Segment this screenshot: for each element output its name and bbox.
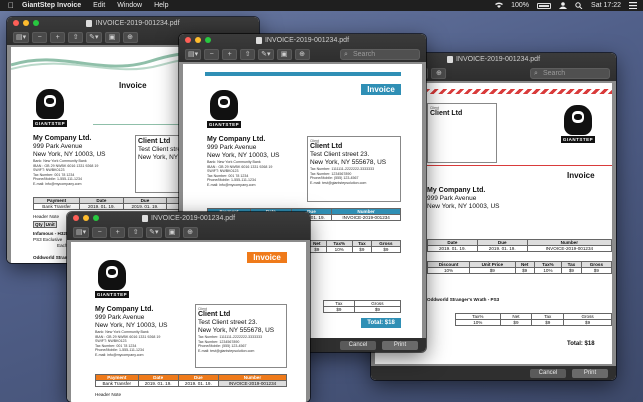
tax-summary-table: Tax Gross $9 $9 <box>323 300 402 313</box>
invoice-title: Invoice <box>361 84 401 95</box>
battery-icon[interactable] <box>537 2 552 9</box>
client-block: Client Client Ltd Test Client street 23.… <box>195 304 287 368</box>
window-title: INVOICE-2019-001234.pdf <box>95 19 180 27</box>
zoom-button[interactable] <box>205 37 211 43</box>
company-logo: GIANTSTEP <box>207 86 241 130</box>
total: Total: $18 <box>361 318 401 328</box>
zoom-out-icon[interactable]: − <box>204 48 220 60</box>
cancel-button[interactable]: Cancel <box>340 340 376 350</box>
window-title: INVOICE-2019-001234.pdf <box>264 36 350 44</box>
document-icon <box>446 55 453 63</box>
print-button[interactable]: Print <box>572 368 608 378</box>
app-menu[interactable]: GiantStep Invoice <box>22 2 81 9</box>
toolbar: ▤▾ − + ⇧ ✎▾ ▣ ⊕ <box>67 224 310 240</box>
clock: Sat 17:22 <box>591 2 621 9</box>
annotate-icon[interactable]: ⊕ <box>431 67 447 79</box>
page-area: Invoice GIANTSTEP My Company Ltd. 999 Pa… <box>67 240 310 402</box>
notification-center-icon[interactable] <box>629 2 637 9</box>
zoom-out-icon[interactable]: − <box>32 31 48 43</box>
sidebar-toggle-icon[interactable]: ▤▾ <box>185 48 202 60</box>
search-input[interactable]: Search <box>340 48 420 60</box>
client-block: Client Client Ltd Test Client street 23.… <box>307 136 401 202</box>
menu-help[interactable]: Help <box>154 2 168 9</box>
client-block: Client Client Ltd <box>427 103 497 163</box>
markup-pen-icon[interactable]: ✎▾ <box>146 226 162 238</box>
header-note: Header Note <box>95 392 122 397</box>
user-icon[interactable] <box>559 2 568 9</box>
invoice-title: Invoice <box>119 81 147 90</box>
document-icon <box>255 36 262 44</box>
toolbar: ▤▾ − + ⇧ ✎▾ ▣ ⊕ Search <box>179 46 426 62</box>
share-icon[interactable]: ⇧ <box>128 226 144 238</box>
close-button[interactable] <box>185 37 191 43</box>
items-table: Net Tax% Tax Gross $9 10% $9 $9 <box>307 240 402 253</box>
minimize-button[interactable] <box>195 37 201 43</box>
divider <box>427 165 612 166</box>
annotate-icon[interactable]: ⊕ <box>182 226 198 238</box>
items-table: Qty Unit <box>33 221 57 228</box>
markup-pen-icon[interactable]: ✎▾ <box>86 31 102 43</box>
menu-window[interactable]: Window <box>117 2 142 9</box>
header-note: Header Note <box>33 214 60 219</box>
share-icon[interactable]: ⇧ <box>240 48 256 60</box>
minimize-button[interactable] <box>23 20 29 26</box>
company-block: My Company Ltd. 999 Park Avenue New York… <box>427 187 500 210</box>
total: Total: $18 <box>567 341 595 347</box>
toolbox-icon[interactable]: ▣ <box>164 226 180 238</box>
print-bar: Cancel Print <box>371 366 616 380</box>
document-icon <box>141 214 148 222</box>
title-bar: INVOICE-2019-001234.pdf ▤▾ − + ⇧ ✎▾ ▣ ⊕ <box>67 212 310 240</box>
company-logo: GIANTSTEP <box>95 256 129 300</box>
stripe-decoration <box>427 89 612 94</box>
item-name: Oddworld Stranger's Wrath - PS3 <box>427 297 500 302</box>
item-name: Infamous - H32D <box>33 231 70 236</box>
annotate-icon[interactable]: ⊕ <box>122 31 138 43</box>
payment-table: Date Due Number 2019. 01. 19. 2019. 01. 19.… <box>427 239 612 252</box>
sidebar-toggle-icon[interactable]: ▤▾ <box>13 31 30 43</box>
title-bar: INVOICE-2019-001234.pdf ▤▾ − + ⇧ ✎▾ ▣ ⊕ … <box>179 34 426 62</box>
zoom-button[interactable] <box>33 20 39 26</box>
share-icon[interactable]: ⇧ <box>68 31 84 43</box>
menu-bar:  GiantStep Invoice Edit Window Help 100… <box>0 0 643 11</box>
company-block: My Company Ltd. 999 Park Avenue New York… <box>207 136 280 187</box>
company-block: My Company Ltd. 999 Park Avenue New York… <box>33 135 106 186</box>
window-title: INVOICE-2019-001234.pdf <box>455 55 541 63</box>
toolbox-icon[interactable]: ▣ <box>276 48 292 60</box>
invoice-title: Invoice <box>247 252 287 263</box>
minimize-button[interactable] <box>83 215 89 221</box>
annotate-icon[interactable]: ⊕ <box>294 48 310 60</box>
company-logo: GIANTSTEP <box>561 101 595 145</box>
company-logo: GIANTSTEP <box>33 85 67 129</box>
close-button[interactable] <box>73 215 79 221</box>
window-title: INVOICE-2019-001234.pdf <box>150 214 236 222</box>
invoice-page: Invoice GIANTSTEP My Company Ltd. 999 Pa… <box>71 242 306 402</box>
payment-table: PaymentDateDueNumber Bank Transfer2019. … <box>95 374 288 387</box>
company-block: My Company Ltd. 999 Park Avenue New York… <box>95 306 168 357</box>
zoom-in-icon[interactable]: + <box>222 48 238 60</box>
zoom-in-icon[interactable]: + <box>50 31 66 43</box>
document-icon <box>86 19 93 27</box>
search-input[interactable]: Search <box>530 67 610 79</box>
preview-window-orange: INVOICE-2019-001234.pdf ▤▾ − + ⇧ ✎▾ ▣ ⊕ … <box>67 212 310 402</box>
zoom-button[interactable] <box>93 215 99 221</box>
cancel-button[interactable]: Cancel <box>530 368 566 378</box>
item-note: PS3 Exclusive <box>33 237 63 242</box>
print-button[interactable]: Print <box>382 340 418 350</box>
header-bar <box>205 72 401 76</box>
spotlight-icon[interactable] <box>575 2 583 10</box>
item-unit: Each <box>57 243 68 248</box>
close-button[interactable] <box>13 20 19 26</box>
invoice-title: Invoice <box>567 171 595 180</box>
zoom-in-icon[interactable]: + <box>110 226 126 238</box>
apple-menu-icon[interactable]:  <box>7 1 15 10</box>
toolbox-icon[interactable]: ▣ <box>104 31 120 43</box>
menu-edit[interactable]: Edit <box>93 2 105 9</box>
items-table: Discount Unit Price Net Tax% Tax Gross 10% $9 $… <box>426 261 612 274</box>
tax-summary-table: Tax% Net Tax Gross 10% $9 $9 $9 <box>455 313 612 326</box>
battery-percent: 100% <box>511 2 530 9</box>
wifi-icon[interactable] <box>495 2 504 9</box>
sidebar-toggle-icon[interactable]: ▤▾ <box>73 226 90 238</box>
zoom-out-icon[interactable]: − <box>92 226 108 238</box>
markup-pen-icon[interactable]: ✎▾ <box>258 48 274 60</box>
